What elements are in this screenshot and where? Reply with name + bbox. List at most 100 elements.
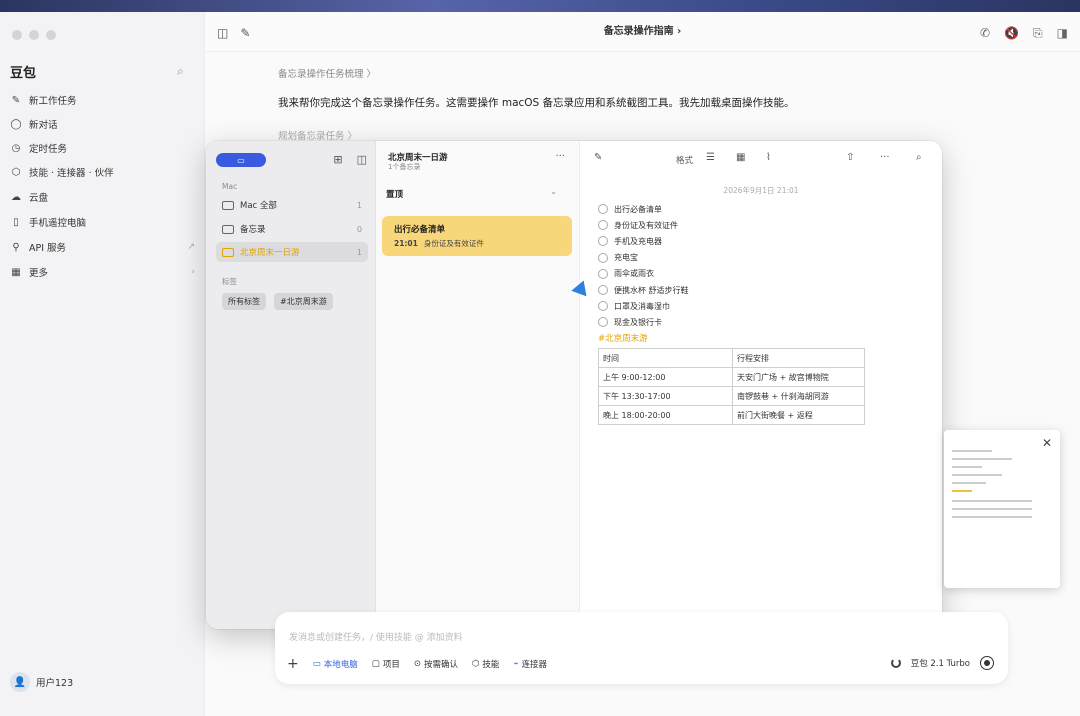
search-icon[interactable]: ⌕	[916, 152, 922, 163]
notes-mode-button[interactable]: ▭	[216, 153, 266, 167]
share-icon[interactable]: ⇧	[846, 152, 854, 163]
sidebar-item-cloud[interactable]: ☁ 云盘	[10, 187, 195, 207]
checkbox-icon[interactable]	[598, 285, 608, 296]
chip-label: 本地电脑	[323, 660, 358, 670]
more-icon[interactable]: ···	[880, 152, 890, 163]
table-icon[interactable]: ▦	[736, 152, 745, 163]
app-brand: 豆包	[10, 66, 37, 81]
loading-spinner-icon	[890, 658, 901, 668]
tag-beijing[interactable]: #北京周末游	[274, 293, 333, 310]
checklist-item[interactable]: 现金及银行卡	[598, 314, 689, 330]
sidebar: 豆包 ⌕ ✎ 新工作任务 ◯ 新对话 ◷ 定时任务 ⬡ 技能 · 连接器 · 伙…	[0, 12, 205, 716]
phone-icon: ▯	[13, 216, 19, 228]
folder-icon	[222, 200, 234, 210]
sidebar-item-phone-remote[interactable]: ▯ 手机遥控电脑	[10, 212, 195, 232]
screenshot-thumbnail[interactable]: ✕	[944, 430, 1060, 588]
sidebar-item-label: 新对话	[29, 120, 58, 131]
grid-icon: ▦	[11, 266, 21, 278]
checklist-item[interactable]: 手机及充电器	[598, 233, 689, 249]
user-profile[interactable]: 👤 用户123	[10, 672, 73, 692]
sidebar-item-more[interactable]: ▦ 更多 ›	[10, 262, 195, 282]
maximize-window-button[interactable]	[46, 30, 56, 40]
table-cell[interactable]: 晚上 18:00-20:00	[598, 405, 733, 425]
checklist-item[interactable]: 充电宝	[598, 250, 689, 266]
skill-icon: ⬡	[471, 659, 480, 669]
table-cell[interactable]: 南锣鼓巷 + 什刹海胡同游	[732, 386, 865, 406]
table-row: 下午 13:30-17:00 南锣鼓巷 + 什刹海胡同游	[598, 386, 865, 406]
sidebar-item-new-chat[interactable]: ◯ 新对话	[10, 114, 195, 134]
voice-input-icon[interactable]	[980, 656, 994, 670]
sidebar-item-new-task[interactable]: ✎ 新工作任务	[10, 90, 195, 110]
sidebar-item-scheduled[interactable]: ◷ 定时任务	[10, 138, 195, 158]
checkbox-icon[interactable]	[598, 317, 608, 328]
table-header-cell[interactable]: 时间	[598, 348, 733, 368]
phone-call-icon[interactable]: ✆	[980, 26, 990, 41]
checkbox-icon[interactable]	[598, 301, 608, 312]
share-icon[interactable]: ⎘	[1033, 26, 1043, 41]
checkbox-icon[interactable]	[598, 220, 608, 231]
chip-project[interactable]: ▢ 项目	[372, 658, 400, 670]
compose-icon[interactable]: ✎	[594, 152, 602, 163]
search-icon[interactable]: ⌕	[177, 64, 184, 79]
task-breadcrumb[interactable]: 备忘录操作任务梳理 〉	[278, 66, 1038, 80]
folder-mac-all[interactable]: Mac 全部 1	[216, 195, 368, 215]
checkbox-icon[interactable]	[598, 204, 608, 215]
chip-skills[interactable]: ⬡ 技能	[472, 658, 499, 670]
folder-notes[interactable]: 备忘录 0	[216, 219, 368, 239]
table-header-cell[interactable]: 行程安排	[732, 348, 865, 368]
tag-all[interactable]: 所有标签	[222, 293, 266, 310]
folder-label: Mac 全部	[240, 201, 277, 211]
close-icon[interactable]: ✕	[1042, 436, 1052, 450]
window-controls	[12, 30, 56, 40]
chip-local-computer[interactable]: ▭ 本地电脑	[313, 658, 358, 670]
attachment-icon[interactable]: ⌇	[766, 152, 771, 163]
chevron-down-icon[interactable]: ⌄	[550, 187, 557, 196]
message-input-bar: 发消息或创建任务，/ 使用技能 @ 添加资料 + ▭ 本地电脑 ▢ 项目 ⊙ 按需确认…	[275, 612, 1008, 684]
sidebar-item-api[interactable]: ⚲ API 服务 ↗	[10, 237, 195, 257]
notes-sidebar: ▭ ⊞ ◫ Mac Mac 全部 1 备忘录 0 北京周末一日游 1 标签 所有…	[206, 141, 376, 629]
table-cell[interactable]: 下午 13:30-17:00	[598, 386, 733, 406]
sidebar-item-label: API 服务	[29, 243, 67, 254]
note-card[interactable]: 出行必备清单 21:01 身份证及有效证件	[382, 216, 572, 256]
more-icon[interactable]: ···	[555, 151, 565, 162]
checklist-item[interactable]: 身份证及有效证件	[598, 217, 689, 233]
checklist-item[interactable]: 便携水杯 舒适步行鞋	[598, 282, 689, 298]
folder-label: 备忘录	[240, 225, 266, 235]
format-button[interactable]: 格式	[676, 154, 693, 166]
close-window-button[interactable]	[12, 30, 22, 40]
message-input[interactable]: 发消息或创建任务，/ 使用技能 @ 添加资料	[289, 630, 463, 643]
sidebar-item-skills[interactable]: ⬡ 技能 · 连接器 · 伙伴	[10, 162, 195, 182]
checkbox-icon[interactable]	[598, 236, 608, 247]
chip-label: 项目	[382, 660, 400, 670]
window-title[interactable]: 备忘录操作指南 ›	[205, 22, 1080, 37]
panel-toggle-icon[interactable]: ◨	[1057, 26, 1068, 41]
folder-icon: ▢	[371, 659, 380, 669]
table-cell[interactable]: 上午 9:00-12:00	[598, 367, 733, 387]
checklist-icon[interactable]: ☰	[706, 152, 715, 163]
checklist-item[interactable]: 口罩及消毒湿巾	[598, 298, 689, 314]
mute-icon[interactable]: 🔇	[1004, 26, 1019, 41]
checklist-item[interactable]: 雨伞或雨衣	[598, 266, 689, 282]
window-title-text: 备忘录操作指南	[603, 26, 674, 37]
checkbox-icon[interactable]	[598, 268, 608, 279]
add-icon[interactable]: +	[287, 656, 299, 672]
table-cell[interactable]: 天安门广场 + 故宫博物院	[732, 367, 865, 387]
sidebar-item-label: 云盘	[29, 193, 49, 204]
task-breadcrumb-2[interactable]: 规划备忘录任务 〉	[278, 128, 1038, 142]
connector-icon: ⌁	[513, 659, 519, 669]
minimize-window-button[interactable]	[29, 30, 39, 40]
sidebar-toggle-icon[interactable]: ◫	[357, 153, 367, 166]
chat-area: 备忘录操作任务梳理 〉 我来帮你完成这个备忘录操作任务。这需要操作 macOS …	[278, 66, 1038, 142]
checklist-item-label: 充电宝	[614, 253, 638, 263]
note-hashtag[interactable]: #北京周末游	[598, 332, 648, 344]
thumbnail-line	[952, 474, 1002, 476]
checkbox-icon[interactable]	[598, 252, 608, 263]
table-cell[interactable]: 前门大街晚餐 + 返程	[732, 405, 865, 425]
new-folder-icon[interactable]: ⊞	[333, 153, 342, 166]
folder-beijing-trip[interactable]: 北京周末一日游 1	[216, 242, 368, 262]
chip-confirm[interactable]: ⊙ 按需确认	[414, 658, 458, 670]
checklist-item[interactable]: 出行必备清单	[598, 201, 689, 217]
model-selector[interactable]: 豆包 2.1 Turbo	[911, 657, 970, 669]
chip-connectors[interactable]: ⌁ 连接器	[513, 658, 547, 670]
username: 用户123	[36, 678, 74, 689]
